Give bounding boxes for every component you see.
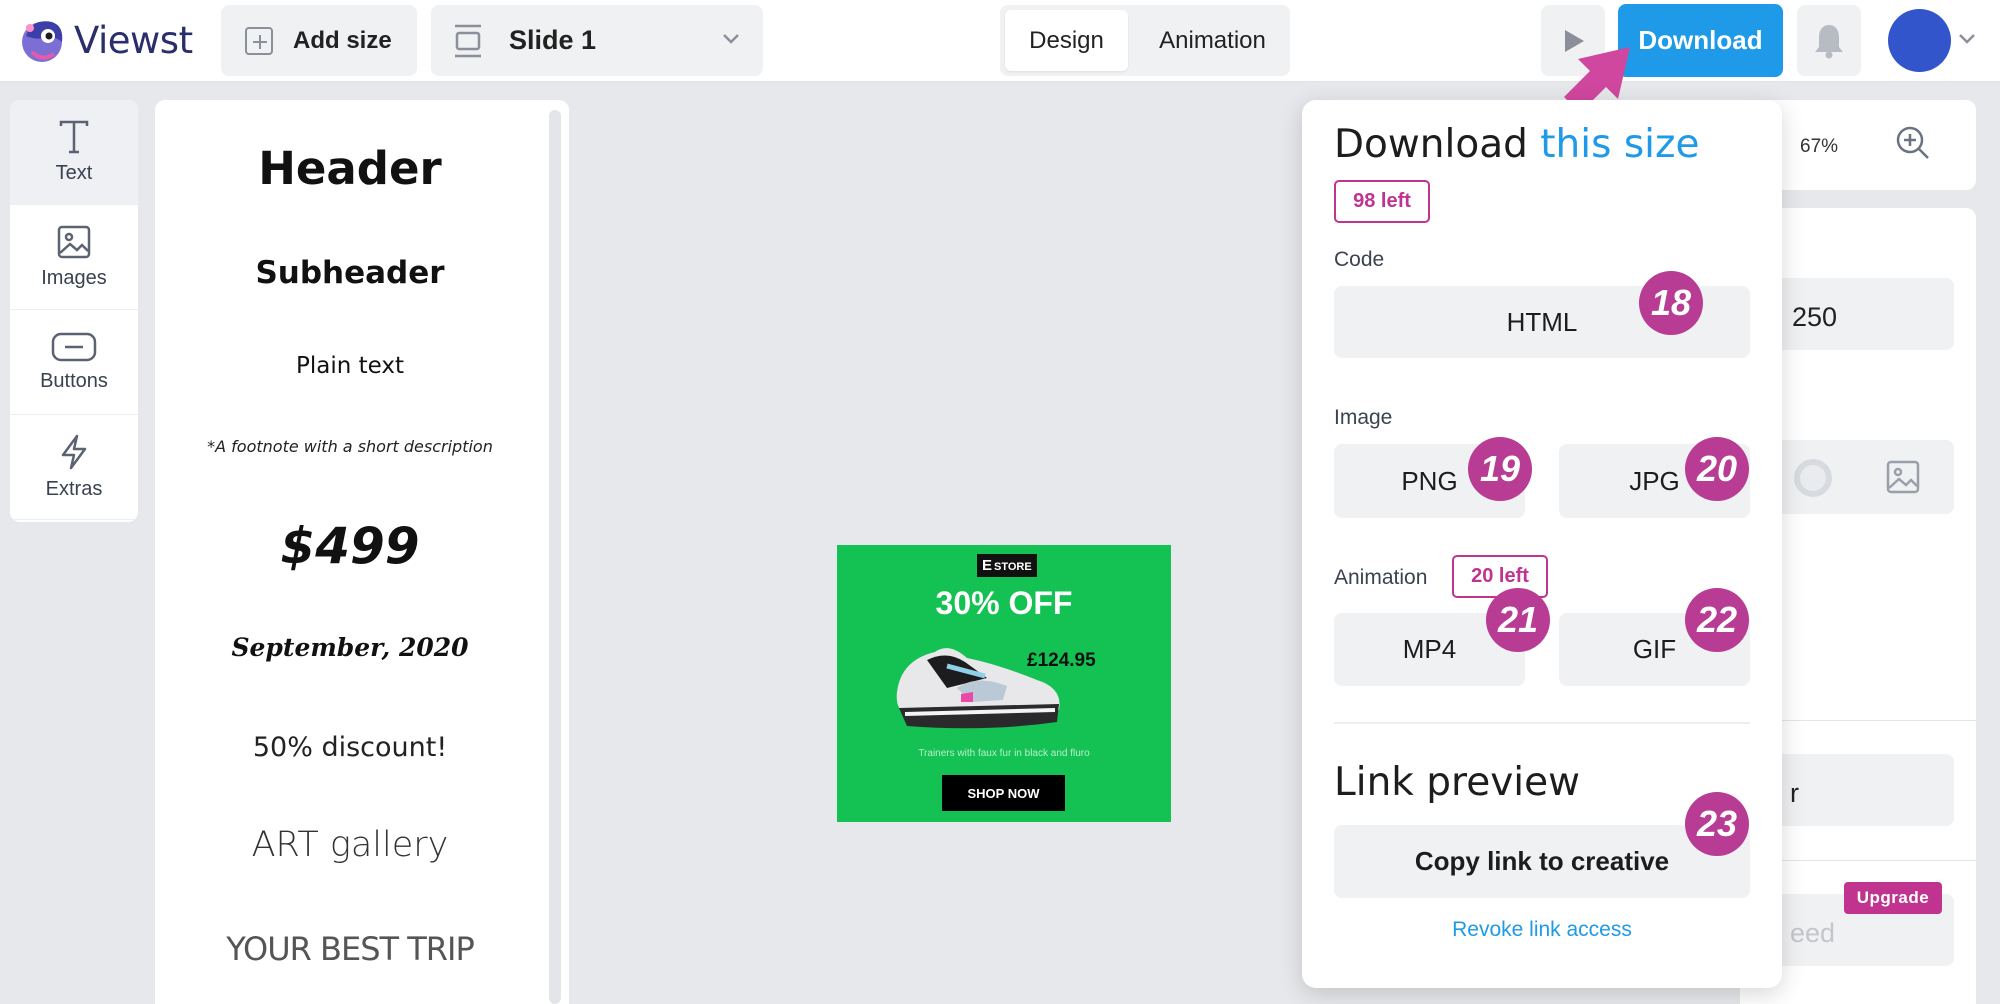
store-logo: E STORE: [977, 554, 1037, 577]
brand-name: Viewst: [74, 18, 193, 62]
slide-selector[interactable]: Slide 1: [431, 5, 763, 76]
preset-art-gallery[interactable]: ART gallery: [155, 825, 545, 865]
callout-badge: 23: [1685, 792, 1749, 856]
slide-label: Slide 1: [509, 25, 597, 55]
slide-frame-icon: [455, 24, 481, 57]
mode-tabs: Design Animation: [1000, 5, 1290, 76]
notifications-button[interactable]: [1797, 5, 1861, 76]
tab-design[interactable]: Design: [1005, 10, 1128, 71]
callout-badge: 19: [1468, 437, 1532, 501]
viewst-logo[interactable]: Viewst: [18, 14, 193, 66]
popup-title-accent: this size: [1540, 122, 1700, 167]
preset-best-trip[interactable]: YOUR BEST TRIP: [155, 930, 545, 968]
preset-header[interactable]: Header: [155, 142, 545, 195]
avatar[interactable]: [1888, 9, 1951, 72]
add-size-button[interactable]: Add size: [221, 5, 417, 76]
store-logo-text: STORE: [994, 561, 1032, 573]
plus-square-icon: [245, 26, 273, 55]
preset-subheader[interactable]: Subheader: [155, 255, 545, 291]
bolt-icon: [61, 434, 87, 469]
image-section-label: Image: [1334, 406, 1393, 429]
download-button[interactable]: Download: [1618, 4, 1783, 77]
image-icon: [57, 225, 91, 258]
animation-section-label: Animation: [1334, 566, 1428, 589]
downloads-remaining-badge: 98 left: [1334, 180, 1430, 223]
chevron-down-icon[interactable]: [1958, 32, 1976, 46]
tab-animation[interactable]: Animation: [1140, 10, 1285, 71]
banner-tagline: Trainers with faux fur in black and flur…: [918, 748, 1090, 759]
top-bar: Viewst Add size Slide 1 Design Animation…: [0, 0, 2000, 82]
popup-title: Download this size: [1334, 122, 1699, 167]
preset-price[interactable]: $499: [155, 517, 545, 575]
background-type-picker: [1760, 440, 1954, 514]
preset-plain-text[interactable]: Plain text: [155, 353, 545, 379]
text-icon: [59, 120, 89, 153]
chevron-down-icon: [723, 34, 739, 44]
image-icon[interactable]: [1886, 460, 1920, 494]
callout-badge: 18: [1639, 271, 1703, 335]
upgrade-badge[interactable]: Upgrade: [1844, 882, 1942, 914]
tool-extras[interactable]: Extras: [10, 415, 138, 520]
preset-date[interactable]: September, 2020: [155, 633, 545, 662]
link-preview-title: Link preview: [1334, 760, 1580, 805]
divider: [1334, 722, 1750, 724]
canvas-banner[interactable]: E STORE 30% OFF £124.95 Trainers with fau…: [837, 545, 1171, 822]
size-field[interactable]: 250: [1760, 278, 1954, 350]
banner-headline: 30% OFF: [935, 585, 1073, 621]
chameleon-logo-icon: [22, 21, 63, 62]
banner-price: £124.95: [1027, 650, 1096, 671]
tool-images[interactable]: Images: [10, 205, 138, 310]
zoom-in-icon[interactable]: [1895, 125, 1931, 161]
sneaker-image: [896, 648, 1060, 729]
callout-badge: 21: [1486, 588, 1550, 652]
popup-title-main: Download: [1334, 122, 1528, 167]
tool-buttons[interactable]: Buttons: [10, 310, 138, 415]
store-logo-letter: E: [982, 557, 993, 574]
text-presets-panel: Header Subheader Plain text *A footnote …: [155, 100, 569, 1004]
tool-text[interactable]: Text: [10, 100, 138, 205]
property-field[interactable]: r: [1760, 754, 1954, 826]
panel-scrollbar[interactable]: [549, 110, 561, 1004]
callout-badge: 20: [1685, 437, 1749, 501]
tool-rail: Text Images Buttons Extras: [10, 100, 138, 522]
bell-icon: [1815, 25, 1843, 59]
callout-badge: 22: [1685, 588, 1749, 652]
revoke-link-button[interactable]: Revoke link access: [1302, 918, 1782, 942]
tool-label: Buttons: [40, 369, 108, 392]
button-icon: [51, 332, 97, 361]
zoom-level[interactable]: 67%: [1800, 136, 1838, 158]
radial-fill-icon[interactable]: [1794, 459, 1832, 497]
tool-label: Text: [55, 161, 93, 184]
tool-label: Extras: [45, 477, 103, 500]
tool-label: Images: [41, 266, 107, 289]
preset-footnote[interactable]: *A footnote with a short description: [155, 437, 545, 456]
shop-now-button[interactable]: SHOP NOW: [942, 775, 1065, 811]
add-size-label: Add size: [293, 26, 392, 54]
code-section-label: Code: [1334, 248, 1385, 271]
preset-discount[interactable]: 50% discount!: [155, 732, 545, 763]
